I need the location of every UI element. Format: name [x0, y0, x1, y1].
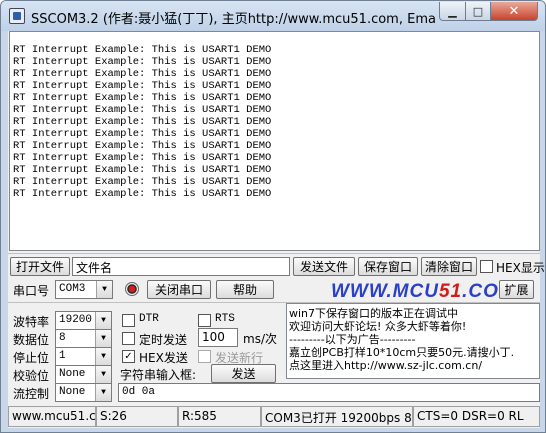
rts-checkbox[interactable] [198, 314, 211, 327]
port-label: 串口号 [13, 284, 50, 298]
stopbits-select[interactable]: 1 ▼ [55, 347, 112, 366]
output-line: RT Interrupt Example: This is USART1 DEM… [13, 176, 272, 188]
interval-input[interactable]: 100 [198, 328, 238, 347]
databits-select[interactable]: 8 ▼ [55, 329, 112, 348]
expand-button[interactable]: 扩展 [499, 280, 534, 299]
send-button[interactable]: 发送 [211, 364, 276, 383]
parity-label: 校验位 [13, 369, 50, 383]
dtr-label: DTR [139, 313, 159, 325]
maximize-button[interactable]: □ [465, 2, 491, 21]
chevron-down-icon: ▼ [95, 366, 111, 383]
client-area: RT Interrupt Example: This is USART1 DEM… [8, 31, 545, 428]
open-file-button[interactable]: 打开文件 [10, 257, 70, 276]
status-received: R:585 [178, 406, 261, 427]
window-title: SSCOM3.2 (作者:聂小猛(丁丁), 主页http://www.mcu51… [31, 12, 437, 27]
parity-select[interactable]: None ▼ [55, 365, 112, 384]
status-port-state: COM3已打开 19200bps 8 [261, 406, 413, 427]
baud-select[interactable]: 19200 ▼ [55, 311, 112, 330]
stopbits-label: 停止位 [13, 351, 50, 365]
app-window: SSCOM3.2 (作者:聂小猛(丁丁), 主页http://www.mcu51… [0, 0, 546, 433]
minimize-button[interactable]: ▁ [439, 2, 466, 21]
stopbits-value: 1 [59, 350, 66, 362]
flow-label: 流控制 [13, 387, 50, 401]
newline-send-checkbox[interactable] [198, 350, 211, 363]
send-file-button[interactable]: 发送文件 [293, 257, 355, 276]
flow-select[interactable]: None ▼ [55, 383, 112, 402]
port-select[interactable]: COM3 ▼ [55, 280, 113, 299]
output-line: RT Interrupt Example: This is USART1 DEM… [13, 140, 272, 152]
receive-output-area[interactable]: RT Interrupt Example: This is USART1 DEM… [9, 31, 540, 251]
ad-box[interactable]: win7下保存窗口的版本正在调试中 欢迎访问大虾论坛! 众多大虾等着你! ---… [286, 303, 540, 379]
divider [8, 253, 540, 254]
send-text-input[interactable]: 0d 0a [118, 383, 540, 402]
output-line: RT Interrupt Example: This is USART1 DEM… [13, 44, 272, 56]
interval-unit: ms/次 [243, 332, 277, 346]
status-bar: www.mcu51.cor S:26 R:585 COM3已打开 19200bp… [8, 406, 540, 428]
ad-line: ---------以下为广告--------- [289, 333, 416, 346]
logo-brand-a: MCU [392, 281, 439, 302]
hex-display-label: HEX显示 [496, 261, 545, 275]
output-line: RT Interrupt Example: This is USART1 DEM… [13, 116, 272, 128]
databits-label: 数据位 [13, 333, 50, 347]
app-icon [9, 8, 25, 24]
timed-send-label: 定时发送 [139, 333, 188, 347]
receive-output-text: RT Interrupt Example: This is USART1 DEM… [13, 44, 271, 200]
clear-window-button[interactable]: 清除窗口 [421, 257, 477, 276]
input-label: 字符串输入框: [120, 368, 197, 382]
databits-value: 8 [59, 332, 66, 344]
output-line: RT Interrupt Example: This is USART1 DEM… [13, 68, 272, 80]
ad-line: 欢迎访问大虾论坛! 众多大虾等着你! [289, 320, 467, 333]
help-button[interactable]: 帮助 [216, 280, 274, 299]
output-line: RT Interrupt Example: This is USART1 DEM… [13, 104, 272, 116]
close-button[interactable]: ✕ [490, 2, 538, 21]
chevron-down-icon: ▼ [95, 384, 111, 401]
filename-input[interactable]: 文件名 [72, 257, 290, 276]
output-line: RT Interrupt Example: This is USART1 DEM… [13, 164, 272, 176]
logo-prefix: WWW. [331, 281, 393, 302]
parity-value: None [59, 368, 86, 380]
title-bar[interactable]: SSCOM3.2 (作者:聂小猛(丁丁), 主页http://www.mcu51… [1, 1, 545, 31]
port-status-led-icon [125, 282, 139, 296]
output-line: RT Interrupt Example: This is USART1 DEM… [13, 128, 272, 140]
ad-line: 点这里进入http://www.sz-jlc.com.cn/ [289, 359, 483, 372]
chevron-down-icon: ▼ [95, 330, 111, 347]
flow-value: None [59, 386, 86, 398]
output-line: RT Interrupt Example: This is USART1 DEM… [13, 152, 272, 164]
status-sent: S:26 [96, 406, 178, 427]
chevron-down-icon: ▼ [96, 281, 112, 298]
output-line: RT Interrupt Example: This is USART1 DEM… [13, 92, 272, 104]
logo-brand-b: 51 [438, 281, 463, 302]
hex-display-checkbox[interactable] [480, 260, 493, 273]
output-line: RT Interrupt Example: This is USART1 DEM… [13, 80, 272, 92]
rts-label: RTS [215, 313, 235, 325]
mcu51-logo[interactable]: WWW.MCU51.COM [331, 281, 516, 303]
port-value: COM3 [59, 283, 86, 295]
status-signals: CTS=0 DSR=0 RL [413, 406, 540, 427]
timed-send-checkbox[interactable] [122, 332, 135, 345]
status-site: www.mcu51.cor [8, 406, 96, 427]
output-line: RT Interrupt Example: This is USART1 DEM… [13, 56, 272, 68]
baud-label: 波特率 [13, 315, 50, 329]
hex-send-checkbox[interactable]: ✓ [122, 350, 135, 363]
ad-line: 嘉立创PCB打样10*10cm只要50元.请搜小丁. [289, 346, 515, 359]
close-port-button[interactable]: 关闭串口 [147, 280, 211, 299]
baud-value: 19200 [59, 314, 93, 326]
hex-send-label: HEX发送 [139, 351, 188, 365]
chevron-down-icon: ▼ [95, 312, 111, 329]
dtr-checkbox[interactable] [122, 314, 135, 327]
ad-line: win7下保存窗口的版本正在调试中 [289, 307, 459, 320]
chevron-down-icon: ▼ [95, 348, 111, 365]
save-window-button[interactable]: 保存窗口 [358, 257, 418, 276]
output-line: RT Interrupt Example: This is USART1 DEM… [13, 188, 272, 200]
